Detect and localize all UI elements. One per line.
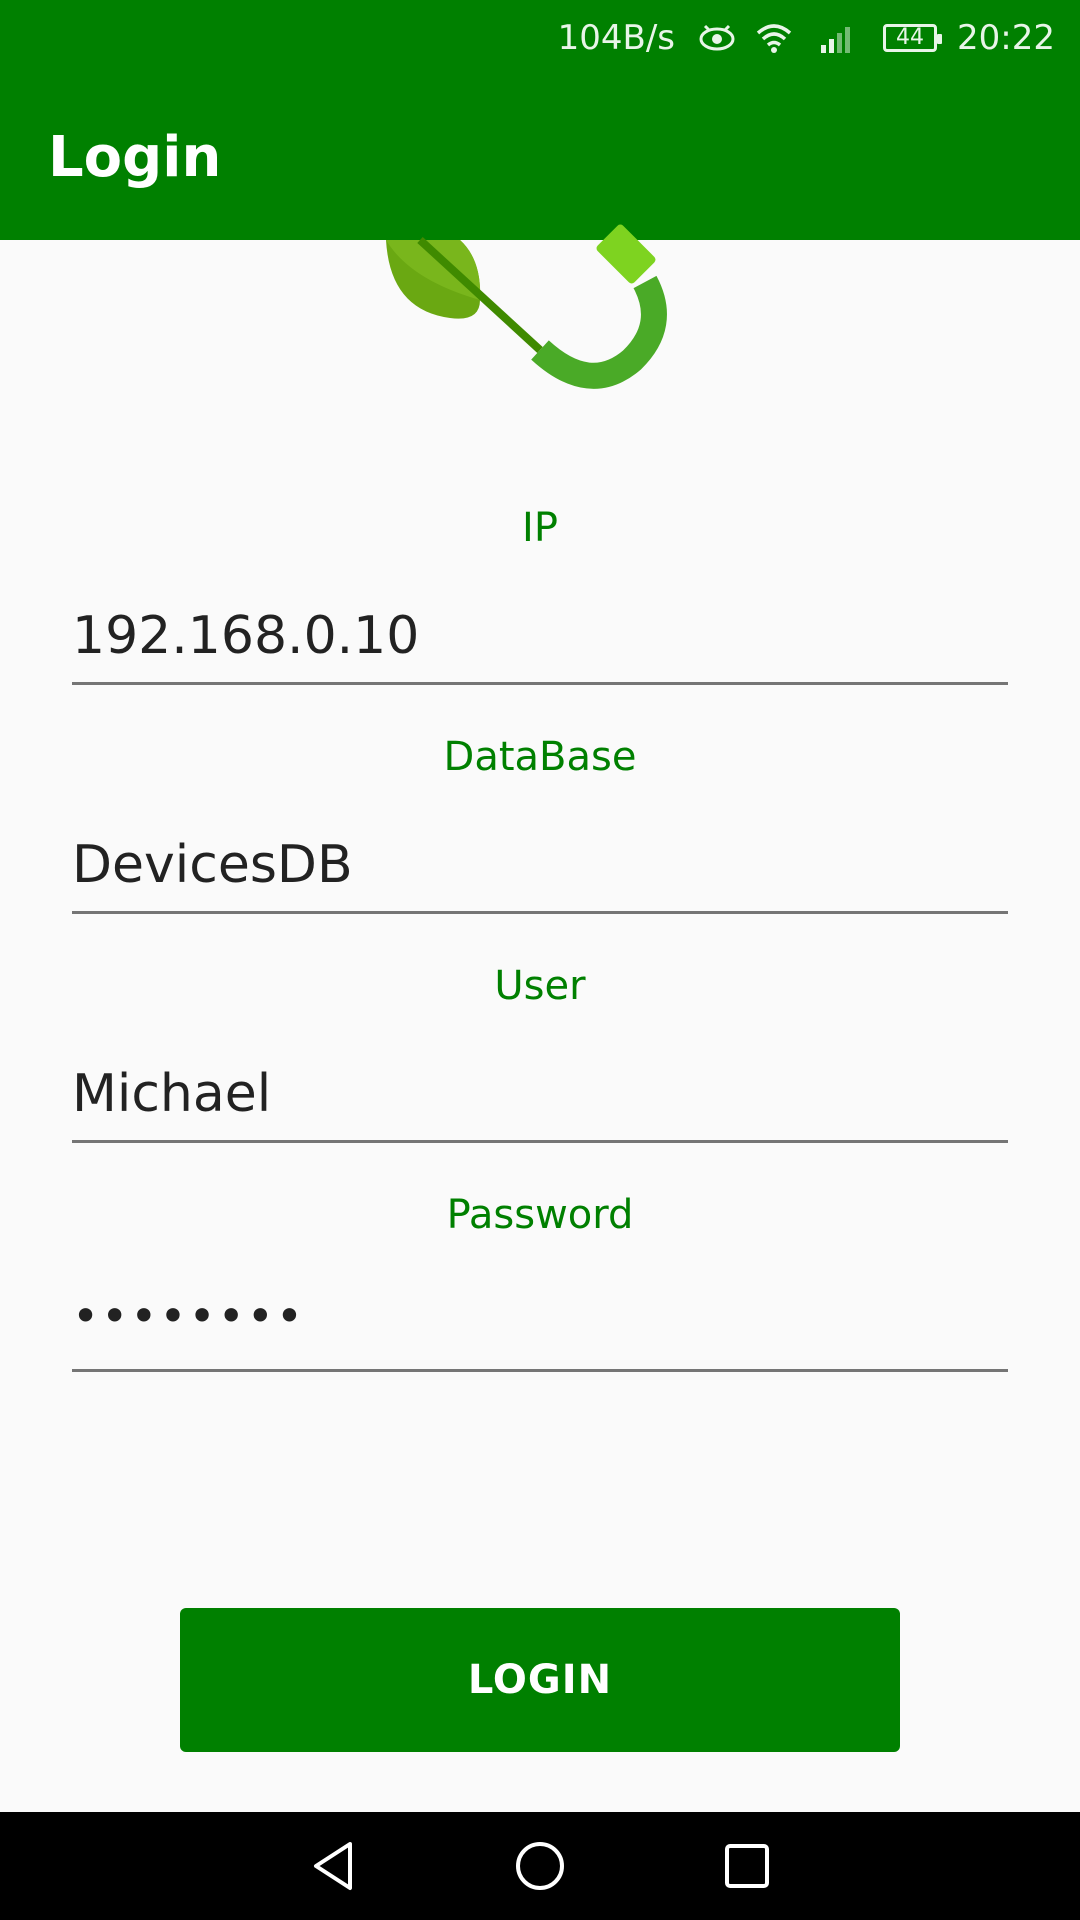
battery-level: 44 [896,24,925,50]
password-input[interactable]: •••••••• [72,1272,1008,1372]
database-input[interactable]: DevicesDB [72,814,1008,914]
clock: 20:22 [957,17,1055,58]
network-speed: 104B/s [557,17,676,58]
eye-icon [697,23,737,53]
signal-icon [821,23,857,53]
password-value: •••••••• [72,1289,306,1343]
user-input[interactable]: Michael [72,1043,1008,1143]
login-button-label: LOGIN [467,1657,613,1703]
leaf-plug-logo [386,224,667,389]
recents-icon[interactable] [717,1836,777,1896]
status-bar: 104B/s 44 20:22 [0,0,1080,75]
wifi-icon [755,22,793,54]
database-value: DevicesDB [72,835,353,895]
password-label: Password [446,1192,634,1238]
ip-label: IP [522,505,558,551]
user-label: User [494,963,586,1009]
battery-icon: 44 [883,23,943,52]
database-label: DataBase [443,734,637,780]
home-icon[interactable] [510,1836,570,1896]
page-title: Login [48,125,222,190]
navigation-bar [0,1812,1080,1920]
login-button[interactable]: LOGIN [180,1608,900,1752]
user-value: Michael [72,1064,272,1124]
ip-input[interactable]: 192.168.0.10 [72,585,1008,685]
ip-value: 192.168.0.10 [72,606,420,666]
back-icon[interactable] [303,1836,363,1896]
